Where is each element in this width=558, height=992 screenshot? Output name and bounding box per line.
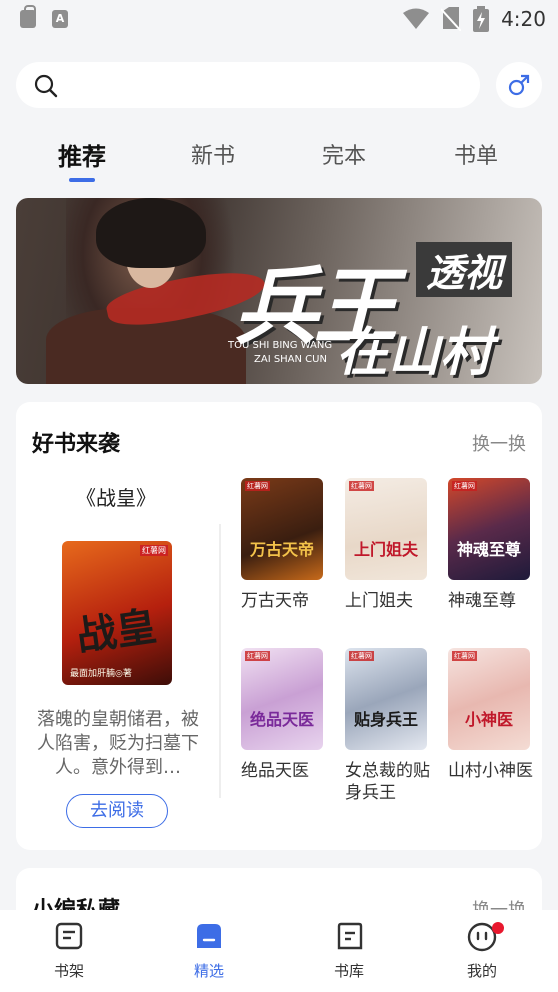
status-bar: A 4:20: [0, 0, 558, 40]
banner-figure-hair: [96, 198, 206, 268]
nav-label: 我的: [466, 962, 497, 980]
book-cover: 红薯网 贴身兵王: [345, 648, 427, 750]
book-cover: 红薯网 小神医: [448, 648, 530, 750]
book-item[interactable]: 红薯网 万古天帝 万古天帝: [241, 478, 327, 612]
cover-title: 战皇: [73, 603, 160, 661]
bottom-navigation: 书架 精选 书库 我的: [0, 910, 558, 992]
cover-title: 小神医: [464, 710, 513, 729]
cover-brand: 红薯网: [349, 651, 374, 661]
cover-title: 神魂至尊: [456, 540, 521, 559]
clock: 4:20: [501, 7, 546, 31]
notification-badge: [492, 922, 504, 934]
book-item[interactable]: 红薯网 上门姐夫 上门姐夫: [345, 478, 431, 612]
cover-brand: 红薯网: [140, 545, 168, 556]
cover-title: 上门姐夫: [353, 540, 418, 559]
banner-pinyin-1: TOU SHI BING WANG: [228, 340, 333, 351]
banner-title-sub: 在山村: [336, 323, 493, 383]
cover-title: 绝品天医: [249, 710, 314, 729]
no-sim-icon: [441, 7, 462, 31]
nav-bookshelf[interactable]: 书架: [29, 922, 109, 981]
featured-book-description: 落魄的皇朝储君，被人陷害，贬为扫墓下人。意外得到…: [37, 709, 199, 778]
refresh-button[interactable]: 换一换: [472, 430, 526, 456]
nav-library[interactable]: 书库: [309, 922, 389, 981]
wifi-icon: [403, 8, 430, 29]
tab-recommend[interactable]: 推荐: [42, 137, 122, 172]
tab-indicator: [69, 178, 95, 182]
category-tabs: 推荐 新书 完本 书单: [0, 132, 558, 182]
section-title: 好书来袭: [32, 432, 121, 457]
library-icon: [337, 922, 363, 950]
book-title: 万古天帝: [241, 591, 309, 611]
banner-pinyin-2: ZAI SHAN CUN: [254, 354, 327, 365]
cover-brand: 红薯网: [349, 481, 374, 491]
cover-title: 万古天帝: [249, 540, 314, 559]
book-cover: 红薯网 绝品天医: [241, 648, 323, 750]
divider: [219, 524, 221, 798]
promo-banner[interactable]: 兵王 透视 在山村 TOU SHI BING WANG ZAI SHAN CUN: [16, 198, 542, 384]
bookshelf-icon: [55, 922, 83, 950]
font-app-icon: A: [52, 10, 68, 28]
male-icon: [508, 74, 530, 96]
book-item[interactable]: 红薯网 绝品天医 绝品天医: [241, 648, 327, 782]
book-cover: 红薯网 万古天帝: [241, 478, 323, 580]
book-cover: 红薯网 上门姐夫: [345, 478, 427, 580]
cover-title: 贴身兵王: [353, 710, 418, 729]
featured-icon: [197, 924, 221, 948]
gender-toggle-button[interactable]: [496, 62, 542, 108]
search-icon: [34, 74, 58, 98]
cover-brand: 红薯网: [245, 651, 270, 661]
good-books-section: 好书来袭 换一换 《战皇》 红薯网 战皇 最面加肝腩◎著 落魄的皇朝储君，被人陷…: [16, 402, 542, 850]
cover-author: 最面加肝腩◎著: [70, 669, 132, 679]
lock-icon: [20, 5, 36, 28]
book-title: 神魂至尊: [448, 591, 516, 611]
nav-label: 精选: [193, 962, 224, 980]
tab-completed[interactable]: 完本: [304, 138, 384, 170]
cover-brand: 红薯网: [452, 481, 477, 491]
search-bar[interactable]: [16, 62, 480, 108]
read-button[interactable]: 去阅读: [66, 794, 168, 828]
book-item[interactable]: 红薯网 小神医 山村小神医: [448, 648, 534, 782]
featured-book-cover[interactable]: 红薯网 战皇 最面加肝腩◎著: [62, 541, 172, 685]
banner-title-tag: 透视: [416, 242, 513, 297]
book-title: 绝品天医: [241, 761, 309, 781]
book-title: 女总裁的贴身兵王: [345, 761, 430, 803]
nav-label: 书库: [333, 962, 364, 980]
book-cover: 红薯网 神魂至尊: [448, 478, 530, 580]
nav-profile[interactable]: 我的: [442, 922, 522, 981]
featured-book-title[interactable]: 《战皇》: [56, 482, 176, 511]
cover-brand: 红薯网: [452, 651, 477, 661]
book-title: 上门姐夫: [345, 591, 413, 611]
book-item[interactable]: 红薯网 神魂至尊 神魂至尊: [448, 478, 534, 612]
nav-label: 书架: [53, 962, 84, 980]
tab-book-lists[interactable]: 书单: [436, 138, 516, 170]
battery-icon: [473, 6, 490, 32]
book-title: 山村小神医: [448, 761, 533, 781]
nav-featured[interactable]: 精选: [169, 922, 249, 981]
tab-new-books[interactable]: 新书: [173, 138, 253, 170]
book-item[interactable]: 红薯网 贴身兵王 女总裁的贴身兵王: [345, 648, 431, 804]
cover-brand: 红薯网: [245, 481, 270, 491]
